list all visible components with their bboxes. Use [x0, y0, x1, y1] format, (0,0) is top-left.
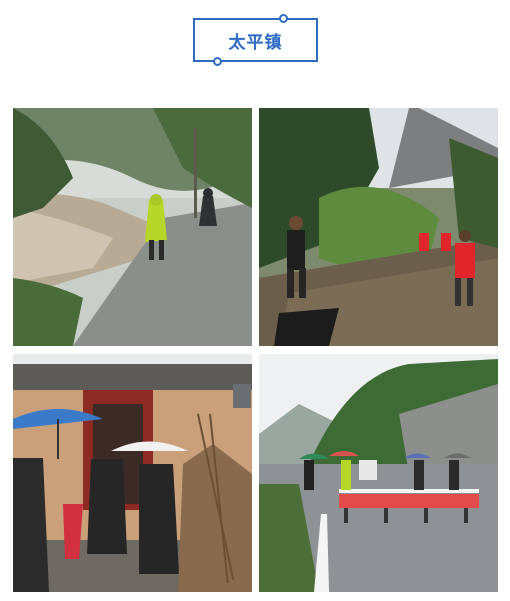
title-box: 太平镇: [193, 14, 318, 66]
flood-road-photo: [13, 108, 252, 346]
house-raincoats-photo: [13, 354, 252, 592]
fallen-tree-photo: [259, 108, 498, 346]
road-checkpoint-photo: [259, 354, 498, 592]
page-title: 太平镇: [228, 32, 283, 53]
